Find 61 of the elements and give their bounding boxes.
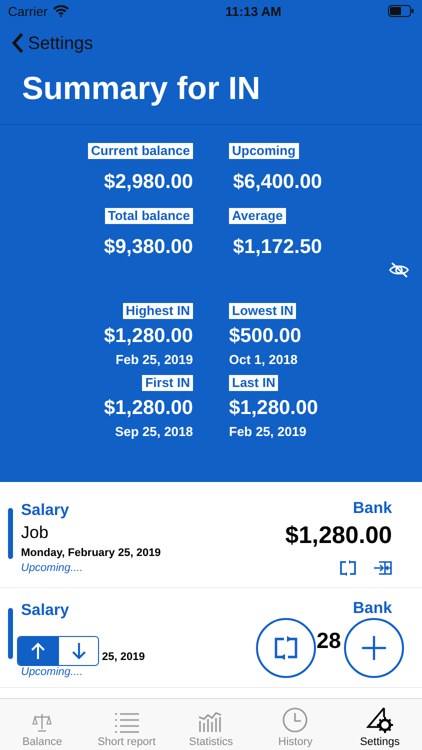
tab-item[interactable]: Statistics	[168, 699, 254, 750]
chevron-left-icon	[12, 33, 24, 53]
arrow-down-icon	[70, 641, 86, 661]
stat-label: Upcoming	[229, 143, 299, 159]
sort-segment[interactable]	[18, 637, 58, 665]
bar-chart-icon	[198, 709, 224, 733]
carrier-name: Carrier	[8, 4, 48, 18]
account-label: Bank	[352, 600, 392, 618]
stat-value: $9,380.00	[104, 236, 193, 259]
repeat-icon	[274, 636, 298, 660]
sort-segment[interactable]	[58, 637, 98, 665]
stat-value: $1,280.00	[229, 397, 318, 420]
account-label: Bank	[352, 500, 392, 518]
clock-icon	[282, 707, 308, 733]
wifi-icon	[52, 5, 69, 17]
category-label: Salary	[21, 602, 70, 620]
stat-label: First IN	[142, 375, 193, 391]
category-bar	[8, 508, 13, 559]
stat-date: Oct 1, 2018	[229, 352, 298, 367]
stat-value: $6,400.00	[233, 171, 322, 194]
tab-item[interactable]: Short report	[84, 699, 169, 750]
category-label: Salary	[21, 502, 70, 520]
scale-icon	[31, 711, 54, 733]
stat-value: $1,172.50	[233, 236, 322, 259]
stat-value: $500.00	[229, 325, 302, 348]
triangle-gear-icon	[366, 707, 394, 733]
eye-slash-icon[interactable]	[388, 261, 410, 279]
list-row[interactable]: Salary Job Monday, February 25, 2019 Upcoming.... Bank $1,280.00	[0, 488, 422, 588]
entry-status: Upcoming....	[21, 562, 84, 574]
category-bar	[8, 608, 13, 659]
entry-description: Job	[21, 523, 50, 543]
sort-control[interactable]	[17, 636, 99, 666]
stat-label: Lowest IN	[229, 303, 296, 319]
stat-date: Feb 25, 2019	[229, 424, 306, 439]
entry-date: Monday, February 25, 2019	[21, 547, 162, 559]
stat-date: Feb 25, 2019	[116, 352, 193, 367]
tab-item[interactable]: History	[253, 699, 338, 750]
tab-item[interactable]: Balance	[0, 699, 84, 750]
repeat-icon[interactable]	[340, 560, 356, 576]
battery-icon	[388, 5, 414, 17]
stat-label: Highest IN	[122, 303, 193, 319]
stat-value: $2,980.00	[104, 171, 193, 194]
arrow-up-icon	[30, 641, 46, 661]
entry-amount: $1,280.00	[285, 522, 392, 550]
stat-label: Last IN	[229, 375, 278, 391]
stat-label: Average	[229, 208, 286, 224]
split-icon[interactable]	[374, 560, 392, 576]
list-icon	[114, 711, 140, 733]
page-title: Summary for IN	[22, 70, 262, 108]
entry-status: Upcoming....	[21, 666, 84, 678]
stat-value: $1,280.00	[104, 325, 193, 348]
stat-date: Sep 25, 2018	[114, 424, 193, 439]
status-time: 11:13 AM	[225, 4, 282, 18]
stat-label: Current balance	[88, 143, 193, 159]
stat-label: Total balance	[104, 208, 193, 224]
entry-date: 25, 2019	[101, 651, 146, 663]
tab-item[interactable]: Settings	[338, 699, 422, 750]
back-button[interactable]: Settings	[12, 32, 94, 54]
entry-amount: 28	[316, 628, 341, 654]
stat-value: $1,280.00	[104, 397, 193, 420]
plus-icon	[362, 636, 386, 660]
